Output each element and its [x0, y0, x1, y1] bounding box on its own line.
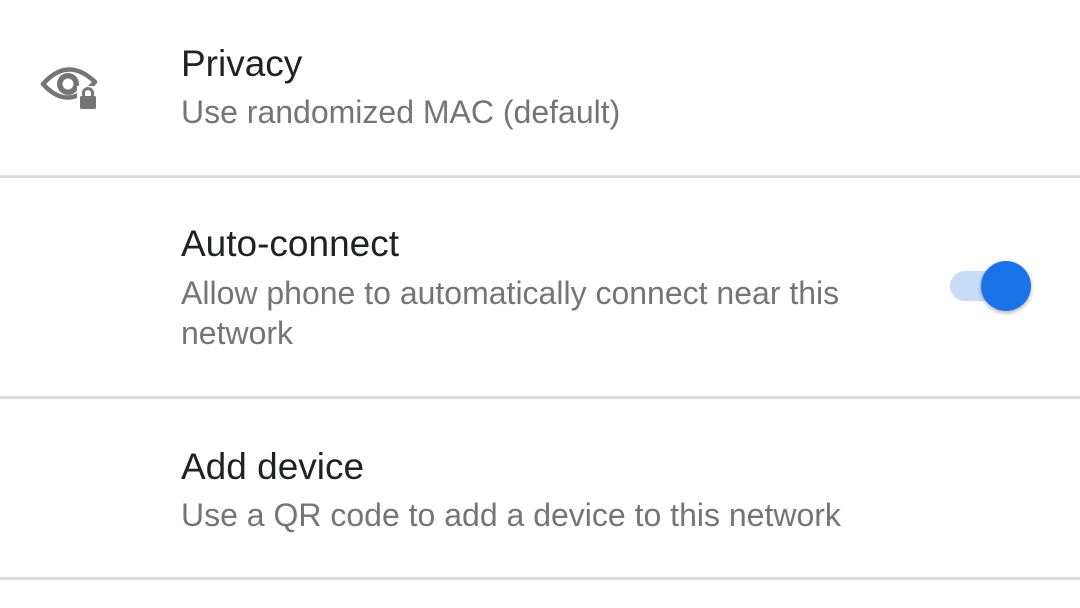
auto-connect-setting-row[interactable]: Auto-connect Allow phone to automaticall…: [0, 178, 1080, 397]
auto-connect-toggle[interactable]: [950, 260, 1034, 312]
privacy-summary: Use randomized MAC (default): [181, 94, 621, 130]
add-device-setting-row[interactable]: Add device Use a QR code to add a device…: [0, 399, 1080, 578]
toggle-thumb: [981, 261, 1031, 311]
privacy-setting-row[interactable]: Privacy Use randomized MAC (default): [0, 0, 1080, 176]
divider: [0, 577, 1080, 580]
auto-connect-title: Auto-connect: [181, 223, 400, 264]
add-device-summary: Use a QR code to add a device to this ne…: [181, 497, 841, 533]
privacy-title: Privacy: [181, 43, 303, 84]
privacy-eye-lock-icon: [40, 60, 100, 112]
add-device-title: Add device: [181, 446, 365, 487]
wifi-settings-list: Privacy Use randomized MAC (default) Aut…: [0, 0, 1080, 608]
auto-connect-summary: Allow phone to automatically connect nea…: [181, 275, 840, 351]
